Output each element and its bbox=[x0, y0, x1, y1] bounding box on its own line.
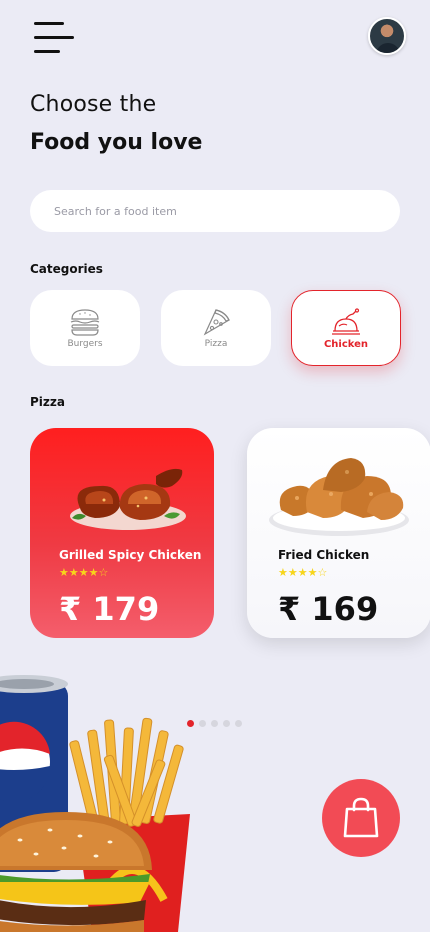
menu-line bbox=[34, 22, 64, 25]
menu-line bbox=[34, 36, 74, 39]
category-chicken[interactable]: Chicken bbox=[291, 290, 401, 366]
chicken-icon bbox=[332, 307, 360, 335]
burger-icon bbox=[70, 309, 100, 336]
food-name: Fried Chicken bbox=[278, 548, 370, 562]
food-price: ₹ 179 bbox=[59, 590, 160, 628]
cart-button[interactable] bbox=[322, 779, 400, 857]
section-title: Pizza bbox=[30, 395, 65, 409]
menu-line bbox=[34, 50, 60, 53]
grilled-chicken-image bbox=[70, 468, 186, 530]
food-card-grilled-spicy-chicken[interactable]: Grilled Spicy Chicken ★★★★☆ ₹ 179 bbox=[30, 428, 214, 638]
rating-stars: ★★★★☆ bbox=[59, 566, 109, 579]
pizza-icon bbox=[203, 309, 230, 336]
avatar[interactable] bbox=[368, 17, 406, 55]
shopping-bag-icon bbox=[343, 797, 379, 838]
pagination-dot[interactable] bbox=[235, 720, 242, 727]
search-input[interactable] bbox=[30, 190, 400, 232]
headline-line-2: Food you love bbox=[30, 130, 203, 155]
food-name: Grilled Spicy Chicken bbox=[59, 548, 202, 562]
category-label: Chicken bbox=[323, 338, 369, 350]
rating-stars: ★★★★☆ bbox=[278, 566, 328, 579]
burger-combo-image bbox=[0, 675, 190, 932]
category-label: Pizza bbox=[204, 339, 228, 349]
category-burgers[interactable]: Burgers bbox=[30, 290, 140, 366]
headline-line-1: Choose the bbox=[30, 92, 157, 117]
avatar-body bbox=[376, 43, 400, 53]
food-card-fried-chicken[interactable]: Fried Chicken ★★★★☆ ₹ 169 bbox=[247, 428, 430, 638]
category-label: Burgers bbox=[67, 339, 103, 349]
food-price: ₹ 169 bbox=[278, 590, 379, 628]
menu-button[interactable] bbox=[34, 22, 76, 54]
fried-chicken-image bbox=[269, 458, 409, 536]
category-pizza[interactable]: Pizza bbox=[161, 290, 271, 366]
categories-title: Categories bbox=[30, 262, 103, 276]
